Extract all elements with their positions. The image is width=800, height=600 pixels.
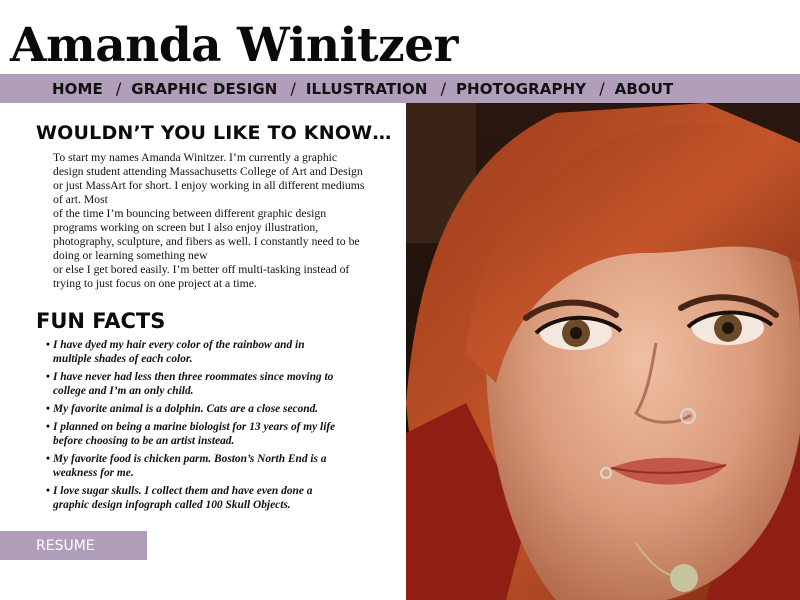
nav-item-home[interactable]: HOME	[52, 80, 103, 98]
nav-separator: /	[290, 79, 296, 98]
fact-line: I love sugar skulls. I collect them and …	[53, 485, 313, 497]
nav-item-about[interactable]: ABOUT	[615, 80, 674, 98]
bullet-icon: •	[46, 371, 50, 383]
bullet-icon: •	[46, 339, 50, 351]
about-heading: WOULDN’T YOU LIKE TO KNOW…	[36, 122, 392, 144]
fact-line: college and I’m an only child.	[53, 385, 194, 397]
about-line: of art. Most	[53, 193, 108, 206]
fact-line: before choosing to be an artist instead.	[53, 435, 235, 447]
fact-item: • I love sugar skulls. I collect them an…	[46, 484, 389, 512]
fun-facts-heading: FUN FACTS	[36, 309, 166, 333]
bullet-icon: •	[46, 421, 50, 433]
fact-item: • My favorite food is chicken parm. Bost…	[46, 452, 389, 480]
fact-line: weakness for me.	[53, 467, 134, 479]
nav-item-illustration[interactable]: ILLUSTRATION	[306, 80, 428, 98]
about-line: programs working on screen but I also en…	[53, 221, 319, 234]
fact-item: • I have never had less then three roomm…	[46, 370, 389, 398]
fact-line: graphic design infograph called 100 Skul…	[53, 499, 291, 511]
resume-button[interactable]: RESUME	[0, 531, 147, 560]
site-title: Amanda Winitzer	[10, 18, 458, 73]
fact-line: multiple shades of each color.	[53, 353, 193, 365]
fact-item: • I planned on being a marine biologist …	[46, 420, 389, 448]
fact-item: • My favorite animal is a dolphin. Cats …	[46, 402, 389, 416]
fact-line: My favorite food is chicken parm. Boston…	[53, 453, 327, 465]
portrait-photo	[406, 103, 800, 600]
fact-item: • I have dyed my hair every color of the…	[46, 338, 389, 366]
about-line: of the time I’m bouncing between differe…	[53, 207, 327, 220]
about-line: or else I get bored easily. I’m better o…	[53, 263, 350, 276]
nav-separator: /	[599, 79, 605, 98]
about-line: photography, sculpture, and fibers as we…	[53, 235, 360, 248]
bullet-icon: •	[46, 403, 50, 415]
nav-list: HOME / GRAPHIC DESIGN / ILLUSTRATION / P…	[52, 74, 673, 103]
bullet-icon: •	[46, 485, 50, 497]
fact-line: I have never had less then three roommat…	[53, 371, 334, 383]
fact-line: I planned on being a marine biologist fo…	[53, 421, 336, 433]
nav-separator: /	[115, 79, 122, 98]
fact-line: I have dyed my hair every color of the r…	[53, 339, 305, 351]
about-line: doing or learning something new	[53, 249, 208, 262]
nav-separator: /	[440, 79, 446, 98]
about-line: trying to just focus on one project at a…	[53, 277, 257, 290]
about-line: or just MassArt for short. I enjoy worki…	[53, 179, 365, 192]
nav-item-photography[interactable]: PHOTOGRAPHY	[456, 80, 586, 98]
portrait-illustration	[406, 103, 800, 600]
fact-line: My favorite animal is a dolphin. Cats ar…	[53, 403, 319, 415]
nav-item-graphic-design[interactable]: GRAPHIC DESIGN	[131, 80, 277, 98]
main-nav: HOME / GRAPHIC DESIGN / ILLUSTRATION / P…	[0, 74, 800, 103]
fun-facts-list: • I have dyed my hair every color of the…	[46, 338, 389, 516]
about-paragraph: To start my names Amanda Winitzer. I’m c…	[53, 151, 383, 291]
about-line: design student attending Massachusetts C…	[53, 165, 363, 178]
bullet-icon: •	[46, 453, 50, 465]
about-line: To start my names Amanda Winitzer. I’m c…	[53, 151, 338, 164]
